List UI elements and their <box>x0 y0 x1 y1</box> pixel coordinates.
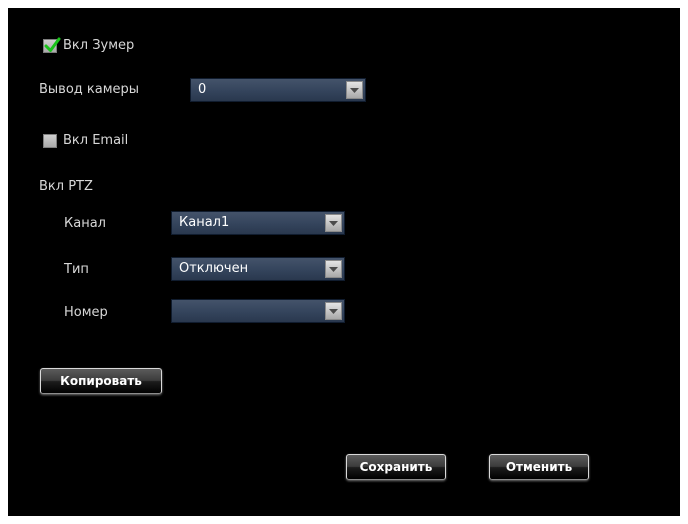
copy-button[interactable]: Копировать <box>40 368 162 394</box>
email-checkbox-row[interactable]: Вкл Email <box>43 133 128 149</box>
ptz-number-label: Номер <box>64 305 108 320</box>
camera-output-label: Вывод камеры <box>39 82 140 97</box>
dropdown-arrow-button[interactable] <box>325 260 342 278</box>
dropdown-arrow-button[interactable] <box>325 214 342 232</box>
cancel-button[interactable]: Отменить <box>489 454 589 480</box>
checkmark-icon <box>44 37 61 52</box>
zoomer-checkbox[interactable] <box>43 37 61 53</box>
email-label: Вкл Email <box>63 133 129 148</box>
chevron-down-icon <box>350 88 359 93</box>
save-button[interactable]: Сохранить <box>346 454 446 480</box>
ptz-channel-label: Канал <box>64 216 106 231</box>
camera-output-value: 0 <box>198 82 207 97</box>
dropdown-arrow-button[interactable] <box>325 302 342 320</box>
chevron-down-icon <box>329 221 338 226</box>
ptz-type-label: Тип <box>64 262 89 277</box>
dropdown-arrow-button[interactable] <box>346 81 363 99</box>
chevron-down-icon <box>329 309 338 314</box>
zoomer-checkbox-row[interactable]: Вкл Зумер <box>43 37 135 54</box>
email-checkbox[interactable] <box>43 134 57 148</box>
ptz-section-label: Вкл PTZ <box>39 179 93 194</box>
ptz-number-select[interactable] <box>171 299 345 323</box>
chevron-down-icon <box>329 267 338 272</box>
ptz-channel-select[interactable]: Канал1 <box>171 211 345 235</box>
settings-panel: Вкл Зумер Вывод камеры 0 Вкл Email Вкл P… <box>8 8 680 516</box>
zoomer-label: Вкл Зумер <box>63 38 135 53</box>
ptz-channel-value: Канал1 <box>179 215 230 230</box>
ptz-type-value: Отключен <box>179 261 249 276</box>
camera-output-select[interactable]: 0 <box>190 78 366 102</box>
ptz-type-select[interactable]: Отключен <box>171 257 345 281</box>
